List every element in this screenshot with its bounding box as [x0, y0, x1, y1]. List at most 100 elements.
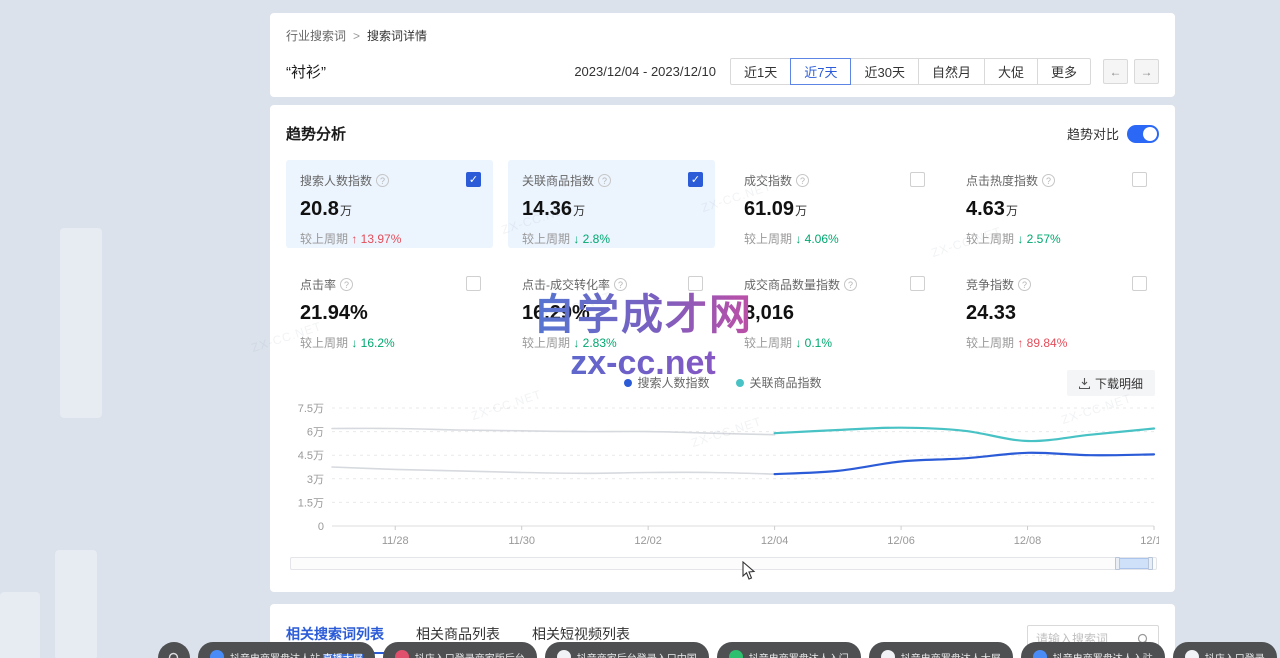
range-button-自然月[interactable]: 自然月	[918, 58, 985, 85]
range-button-大促[interactable]: 大促	[984, 58, 1038, 85]
taskbar-favicon	[729, 650, 743, 658]
info-icon[interactable]: ?	[844, 278, 857, 291]
info-icon[interactable]: ?	[340, 278, 353, 291]
metric-header: 搜索人数指数?	[300, 172, 479, 189]
range-button-近7天[interactable]: 近7天	[790, 58, 851, 85]
metric-compare: 较上周期 ↓ 2.57%	[966, 230, 1145, 247]
metric-compare: 较上周期 ↓ 2.83%	[522, 334, 701, 351]
y-axis-label: 0	[318, 521, 324, 533]
metric-card[interactable]: 点击热度指数? 4.63万较上周期 ↓ 2.57%	[952, 160, 1159, 248]
metric-unit: 万	[340, 204, 352, 218]
metric-checkbox[interactable]: ✓	[688, 172, 703, 187]
metric-card[interactable]: 点击率?21.94%较上周期 ↓ 16.2%	[286, 264, 493, 352]
series-关联商品指数[interactable]	[775, 428, 1154, 441]
metric-checkbox[interactable]: ✓	[466, 172, 481, 187]
metric-label: 搜索人数指数	[300, 172, 372, 189]
metric-checkbox[interactable]	[466, 276, 481, 291]
next-period-button[interactable]: →	[1134, 59, 1159, 84]
metric-card[interactable]: 成交指数?61.09万较上周期 ↓ 4.06%	[730, 160, 937, 248]
legend-label: 搜索人数指数	[637, 374, 709, 391]
taskbar-item[interactable]: 抖音电商罗盘达人站 直播大屏	[198, 642, 375, 658]
taskbar-item-label: 抖音商家后台登录入口中国	[577, 650, 697, 658]
chart-brush-selection[interactable]	[1119, 558, 1149, 569]
chart-brush-track[interactable]	[290, 557, 1157, 570]
metric-header: 点击热度指数?	[966, 172, 1145, 189]
compare-prefix: 较上周期	[966, 232, 1017, 246]
breadcrumb-current: 搜索词详情	[367, 27, 427, 44]
series-搜索人数指数[interactable]	[775, 453, 1154, 474]
taskbar-favicon	[210, 650, 224, 658]
trend-chart: 7.5万6万4.5万3万1.5万011/2811/3012/0212/0412/…	[286, 398, 1159, 570]
date-pager: ← →	[1103, 59, 1159, 84]
metric-label: 点击热度指数	[966, 172, 1038, 189]
trend-compare-toggle[interactable]	[1127, 125, 1159, 143]
taskbar-item-label: 抖店入口登录	[1205, 650, 1265, 658]
metric-label: 成交指数	[744, 172, 792, 189]
series-关联商品指数(上周期)[interactable]	[332, 428, 775, 434]
info-icon[interactable]: ?	[614, 278, 627, 291]
legend-dot	[623, 379, 631, 387]
compare-prefix: 较上周期	[744, 232, 795, 246]
info-icon[interactable]: ?	[796, 174, 809, 187]
metric-value: 24.33	[966, 302, 1145, 325]
compare-delta: ↓ 2.83%	[573, 336, 616, 350]
metric-card[interactable]: 搜索人数指数?✓20.8万较上周期 ↑ 13.97%	[286, 160, 493, 248]
brush-handle-left[interactable]	[1115, 557, 1120, 570]
metric-unit: 万	[795, 204, 807, 218]
taskbar-item[interactable]: 抖店入口登录	[1173, 642, 1277, 658]
breadcrumb-separator: >	[353, 29, 360, 43]
metric-card[interactable]: 竞争指数? 24.33 较上周期 ↑ 89.84%	[952, 264, 1159, 352]
date-range-button-group: 近1天近7天近30天自然月大促更多	[730, 58, 1091, 85]
x-axis-label: 12/08	[1014, 535, 1042, 547]
metric-unit: 万	[1006, 204, 1018, 218]
range-button-更多[interactable]: 更多	[1037, 58, 1091, 85]
metric-card[interactable]: 成交商品数量指数?8,016较上周期 ↓ 0.1%	[730, 264, 937, 352]
taskbar-item[interactable]: 抖音商家后台登录入口中国	[545, 642, 709, 658]
metric-label: 竞争指数	[966, 276, 1014, 293]
brush-handle-right[interactable]	[1148, 557, 1153, 570]
range-button-近1天[interactable]: 近1天	[730, 58, 791, 85]
compare-delta: ↓ 0.1%	[795, 336, 832, 350]
breadcrumb: 行业搜索词 > 搜索词详情	[286, 27, 1159, 44]
taskbar-item[interactable]: 抖音电商罗盘达人入驻	[1021, 642, 1165, 658]
info-icon[interactable]: ?	[598, 174, 611, 187]
info-icon[interactable]: ?	[1042, 174, 1055, 187]
metric-card[interactable]: 点击-成交转化率?16.29%较上周期 ↓ 2.83%	[508, 264, 715, 352]
legend-dot	[736, 379, 744, 387]
info-icon[interactable]: ?	[376, 174, 389, 187]
x-axis-label: 12/02	[634, 535, 662, 547]
breadcrumb-parent[interactable]: 行业搜索词	[286, 27, 346, 44]
download-detail-button[interactable]: 下载明细	[1067, 370, 1155, 396]
metric-checkbox[interactable]	[1132, 172, 1147, 187]
header-card: 行业搜索词 > 搜索词详情 “衬衫” 2023/12/04 - 2023/12/…	[270, 13, 1175, 97]
compare-prefix: 较上周期	[522, 336, 573, 350]
y-axis-label: 7.5万	[298, 403, 324, 415]
metric-checkbox[interactable]	[688, 276, 703, 291]
info-icon[interactable]: ?	[1018, 278, 1031, 291]
metric-value: 4.63万	[966, 198, 1145, 221]
compare-delta: ↓ 16.2%	[351, 336, 394, 350]
metric-checkbox[interactable]	[910, 172, 925, 187]
taskbar-item[interactable]: 抖音电商罗盘达人大屏	[869, 642, 1013, 658]
range-button-近30天[interactable]: 近30天	[850, 58, 918, 85]
metric-card[interactable]: 关联商品指数?✓14.36万较上周期 ↓ 2.8%	[508, 160, 715, 248]
compare-prefix: 较上周期	[966, 336, 1017, 350]
taskbar-search-button[interactable]	[158, 642, 190, 658]
legend-item[interactable]: 搜索人数指数	[623, 374, 709, 391]
metric-cards: 搜索人数指数?✓20.8万较上周期 ↑ 13.97%关联商品指数?✓14.36万…	[286, 160, 1159, 352]
metric-value: 8,016	[744, 302, 923, 325]
compare-prefix: 较上周期	[522, 232, 573, 246]
metric-compare: 较上周期 ↓ 4.06%	[744, 230, 923, 247]
metric-value: 20.8万	[300, 198, 479, 221]
taskbar-item[interactable]: 抖音电商罗盘达人入门	[717, 642, 861, 658]
compare-delta: ↑ 89.84%	[1017, 336, 1067, 350]
series-搜索人数指数(上周期)[interactable]	[332, 467, 775, 474]
taskbar-item[interactable]: 抖店入口登录商家版后台	[383, 642, 537, 658]
metric-checkbox[interactable]	[910, 276, 925, 291]
prev-period-button[interactable]: ←	[1103, 59, 1128, 84]
screen: 行业搜索词 > 搜索词详情 “衬衫” 2023/12/04 - 2023/12/…	[0, 0, 1280, 658]
legend-item[interactable]: 关联商品指数	[736, 374, 822, 391]
x-axis-label: 11/30	[508, 535, 535, 547]
metric-checkbox[interactable]	[1132, 276, 1147, 291]
taskbar-favicon	[1185, 650, 1199, 658]
